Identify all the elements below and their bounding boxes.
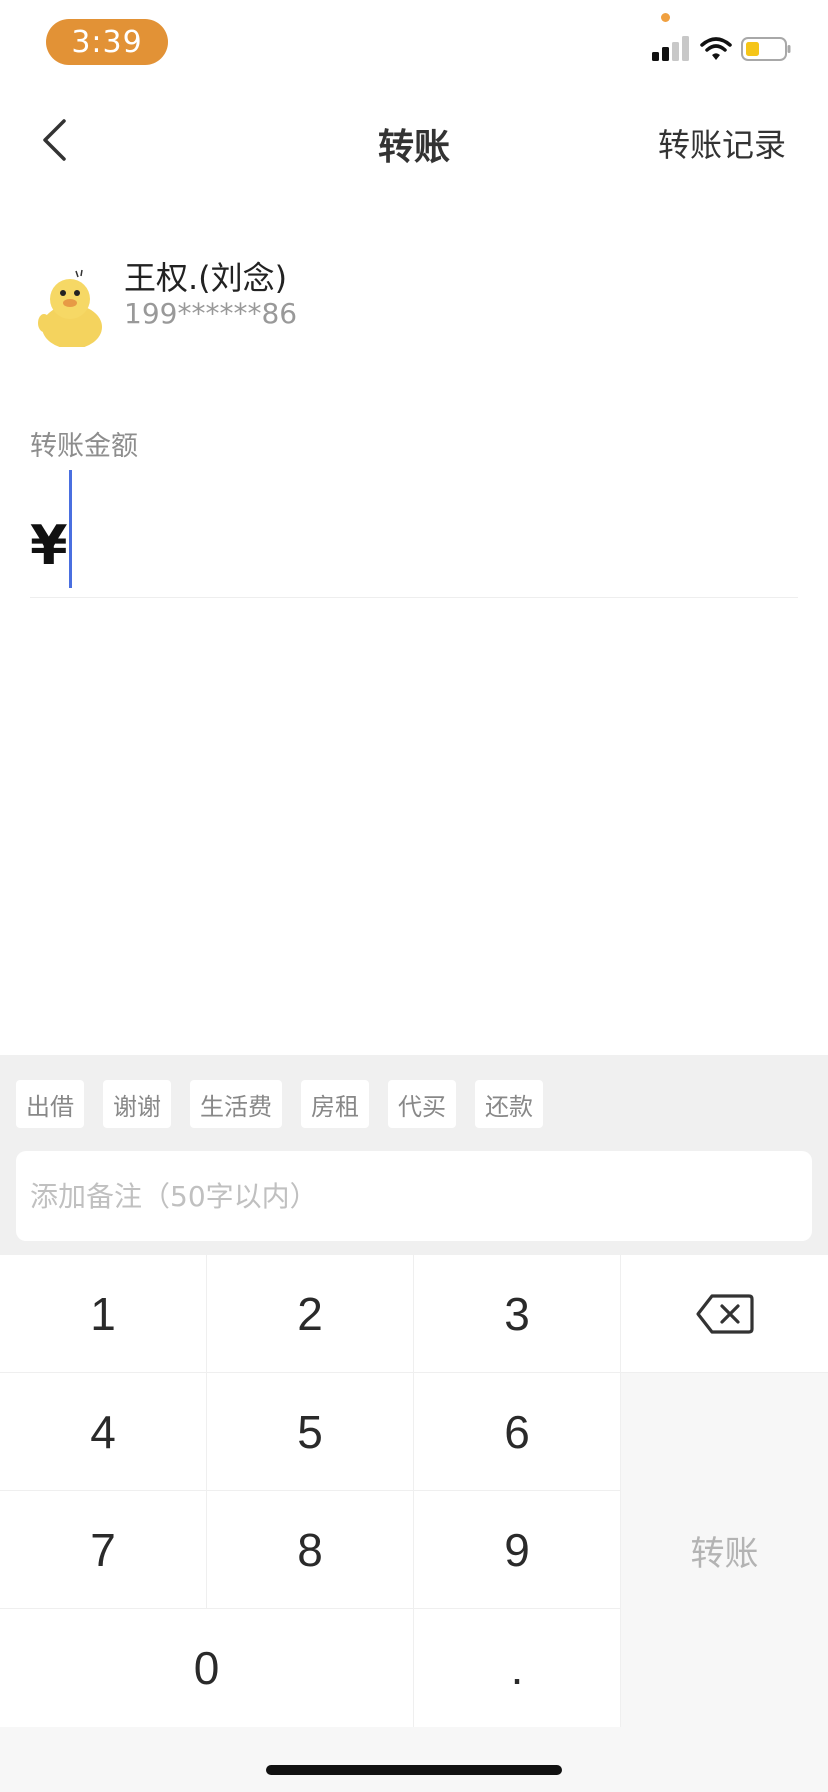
- key-0[interactable]: 0: [0, 1609, 414, 1727]
- home-indicator[interactable]: [266, 1765, 562, 1775]
- currency-symbol: ¥: [30, 514, 68, 577]
- wifi-icon: [700, 37, 732, 60]
- recipient-card: 王权.(刘念) 199******86: [36, 245, 796, 347]
- recipient-phone: 199******86: [124, 297, 298, 330]
- key-4[interactable]: 4: [0, 1373, 207, 1491]
- signal-icon: [652, 36, 689, 61]
- nav-bar: 转账 转账记录: [0, 100, 828, 180]
- status-bar: 3:39: [0, 0, 828, 88]
- key-7[interactable]: 7: [0, 1491, 207, 1609]
- key-5[interactable]: 5: [207, 1373, 414, 1491]
- recipient-name: 王权.(刘念): [124, 259, 288, 297]
- transfer-history-link[interactable]: 转账记录: [658, 120, 786, 166]
- key-decimal[interactable]: .: [414, 1609, 621, 1727]
- battery-icon: [741, 37, 791, 61]
- remark-chips: 出借 谢谢 生活费 房租 代买 还款: [16, 1080, 543, 1128]
- transfer-button[interactable]: 转账: [621, 1373, 828, 1727]
- key-1[interactable]: 1: [0, 1255, 207, 1373]
- key-6[interactable]: 6: [414, 1373, 621, 1491]
- amount-label: 转账金额: [30, 431, 138, 462]
- amount-input[interactable]: ¥: [30, 470, 798, 598]
- text-cursor: [69, 470, 72, 588]
- backspace-icon: [695, 1293, 754, 1334]
- status-time: 3:39: [46, 19, 168, 65]
- key-2[interactable]: 2: [207, 1255, 414, 1373]
- remark-chip[interactable]: 房租: [301, 1080, 369, 1128]
- remark-panel: 出借 谢谢 生活费 房租 代买 还款: [0, 1055, 828, 1255]
- remark-chip[interactable]: 生活费: [190, 1080, 282, 1128]
- remark-chip[interactable]: 代买: [388, 1080, 456, 1128]
- delete-button[interactable]: [621, 1255, 828, 1373]
- numeric-keypad: 1 2 3 4 5 6 7 8 9 0 . 转账: [0, 1255, 828, 1727]
- key-8[interactable]: 8: [207, 1491, 414, 1609]
- privacy-indicator-dot: [661, 13, 670, 22]
- remark-chip[interactable]: 谢谢: [103, 1080, 171, 1128]
- avatar: [38, 269, 102, 347]
- remark-chip[interactable]: 出借: [16, 1080, 84, 1128]
- key-3[interactable]: 3: [414, 1255, 621, 1373]
- remark-chip[interactable]: 还款: [475, 1080, 543, 1128]
- remark-input[interactable]: [16, 1151, 812, 1241]
- key-9[interactable]: 9: [414, 1491, 621, 1609]
- bottom-safe-area: [0, 1727, 828, 1792]
